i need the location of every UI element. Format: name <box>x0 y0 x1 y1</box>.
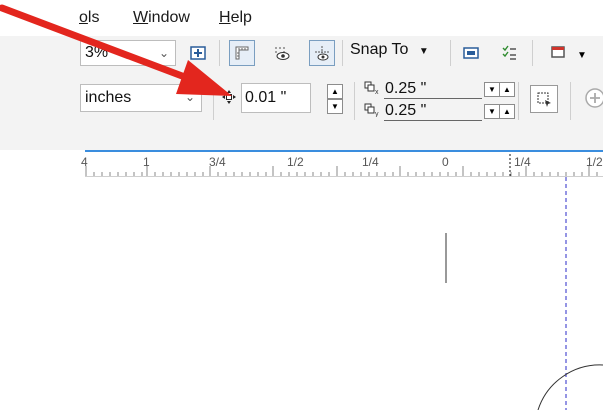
duplicate-y-value[interactable]: 0.25 " <box>385 102 426 120</box>
svg-text:y: y <box>375 111 379 117</box>
toolbar-separator <box>450 40 451 66</box>
options-button[interactable] <box>496 40 522 66</box>
ruler-band <box>0 130 603 150</box>
field-underline <box>384 98 482 99</box>
duplicate-y-increment-button[interactable]: ▲ <box>499 104 515 119</box>
guidelines-icon <box>315 46 329 61</box>
circle-shape[interactable] <box>537 364 603 410</box>
snap-to-label: Snap To <box>350 41 409 58</box>
welcome-screen-icon <box>463 47 479 59</box>
show-guidelines-button[interactable] <box>309 40 335 66</box>
application-launcher-button[interactable] <box>545 40 571 66</box>
caret-down-icon: ▼ <box>418 46 429 57</box>
toolbar-separator <box>354 82 355 120</box>
duplicate-x-decrement-button[interactable]: ▼ <box>484 82 500 97</box>
canvas-drawing <box>445 177 603 410</box>
duplicate-y-decrement-button[interactable]: ▼ <box>484 104 500 119</box>
grid-eye-icon <box>275 47 290 60</box>
add-plus-icon[interactable] <box>584 87 603 109</box>
page-border <box>445 233 447 283</box>
select-frame-icon <box>537 92 551 107</box>
options-list-icon <box>502 45 516 60</box>
toolbar-separator <box>342 40 343 66</box>
ruler-label: 1/2 <box>586 155 603 169</box>
duplicate-y-icon: y <box>364 103 379 117</box>
duplicate-x-increment-button[interactable]: ▲ <box>499 82 515 97</box>
ruler-label: 0 <box>442 155 449 169</box>
duplicate-x-icon: x <box>364 81 379 95</box>
svg-text:x: x <box>375 89 379 95</box>
field-underline <box>384 120 482 121</box>
treat-as-filled-button[interactable] <box>530 85 558 113</box>
ruler-label: 1/4 <box>514 155 531 169</box>
horizontal-ruler[interactable]: 4 1 3/4 1/2 1/4 0 1/4 1/2 <box>81 152 603 177</box>
caret-down-icon[interactable]: ▼ <box>577 50 587 61</box>
ruler-label: 1/2 <box>287 155 304 169</box>
duplicate-x-value[interactable]: 0.25 " <box>385 80 426 98</box>
show-grid-button[interactable] <box>269 40 295 66</box>
toolbar-separator <box>532 40 533 66</box>
nudge-increment-button[interactable]: ▲ <box>327 84 343 99</box>
nudge-decrement-button[interactable]: ▼ <box>327 99 343 114</box>
welcome-screen-button[interactable] <box>458 40 484 66</box>
annotation-arrow <box>0 4 232 96</box>
launcher-icon <box>551 46 565 58</box>
snap-to-dropdown[interactable]: Snap To ▼ <box>350 41 429 59</box>
drawing-canvas[interactable] <box>0 177 603 410</box>
ruler-label: 3/4 <box>209 155 226 169</box>
ruler-label: 1 <box>143 155 150 169</box>
ruler-label: 1/4 <box>362 155 379 169</box>
ruler-label: 4 <box>81 155 88 169</box>
toolbar-separator <box>518 82 519 120</box>
toolbar-separator <box>570 82 571 120</box>
